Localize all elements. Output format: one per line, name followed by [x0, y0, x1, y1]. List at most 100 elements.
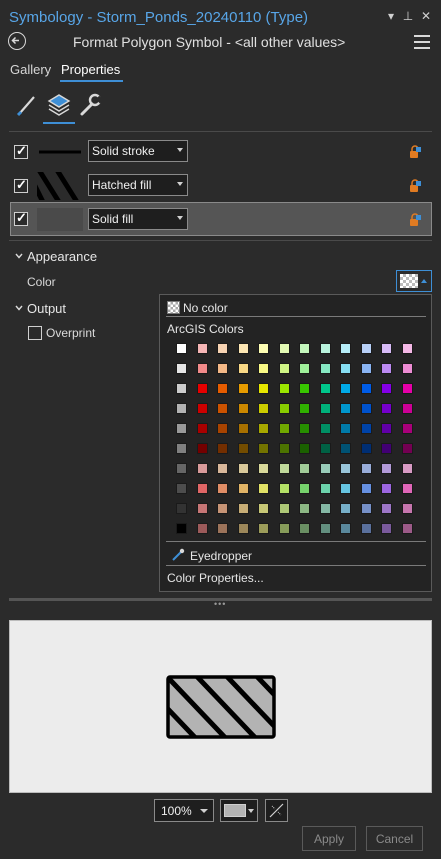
palette-color-swatch[interactable] [381, 503, 392, 514]
palette-color-swatch[interactable] [258, 443, 269, 454]
palette-color-swatch[interactable] [299, 383, 310, 394]
layer-row-solid-stroke[interactable]: Solid stroke [10, 136, 432, 168]
lock-icon[interactable] [408, 179, 422, 193]
palette-color-swatch[interactable] [381, 423, 392, 434]
hamburger-menu-icon[interactable] [414, 35, 430, 49]
palette-color-swatch[interactable] [258, 463, 269, 474]
palette-color-swatch[interactable] [319, 363, 331, 374]
palette-color-swatch[interactable] [278, 503, 290, 514]
layer-visible-checkbox[interactable] [14, 143, 28, 159]
pin-icon[interactable]: ⊥ [401, 9, 415, 23]
palette-color-swatch[interactable] [340, 503, 351, 514]
palette-color-swatch[interactable] [196, 483, 208, 494]
palette-color-swatch[interactable] [176, 403, 187, 414]
palette-color-swatch[interactable] [319, 483, 331, 494]
palette-color-swatch[interactable] [299, 463, 310, 474]
palette-color-swatch[interactable] [360, 403, 372, 414]
layer-row-solid-fill[interactable]: Solid fill [10, 202, 432, 236]
palette-color-swatch[interactable] [401, 383, 413, 394]
palette-color-swatch[interactable] [217, 483, 228, 494]
palette-color-swatch[interactable] [360, 483, 372, 494]
close-icon[interactable]: ✕ [419, 9, 433, 23]
palette-color-swatch[interactable] [237, 403, 249, 414]
palette-color-swatch[interactable] [401, 403, 413, 414]
palette-color-swatch[interactable] [237, 343, 249, 354]
palette-color-swatch[interactable] [401, 523, 413, 534]
palette-color-swatch[interactable] [176, 363, 187, 374]
cancel-button[interactable]: Cancel [366, 826, 423, 851]
palette-color-swatch[interactable] [217, 403, 228, 414]
palette-color-swatch[interactable] [360, 423, 372, 434]
chevron-down-icon[interactable] [15, 304, 23, 312]
appearance-section-title[interactable]: Appearance [27, 249, 97, 264]
output-section-title[interactable]: Output [27, 301, 66, 316]
palette-color-swatch[interactable] [319, 463, 331, 474]
palette-color-swatch[interactable] [360, 463, 372, 474]
tab-properties[interactable]: Properties [61, 62, 120, 77]
palette-color-swatch[interactable] [360, 523, 372, 534]
palette-color-swatch[interactable] [319, 503, 331, 514]
chevron-down-icon[interactable] [15, 252, 23, 260]
back-button[interactable] [8, 32, 26, 50]
palette-color-swatch[interactable] [237, 503, 249, 514]
palette-color-swatch[interactable] [381, 523, 392, 534]
palette-color-swatch[interactable] [319, 423, 331, 434]
no-color-swatch[interactable] [167, 301, 180, 314]
eyedropper-option[interactable]: Eyedropper [190, 549, 252, 563]
palette-color-swatch[interactable] [278, 483, 290, 494]
layer-row-hatched-fill[interactable]: Hatched fill [10, 170, 432, 202]
tab-gallery[interactable]: Gallery [10, 62, 51, 77]
palette-color-swatch[interactable] [299, 403, 310, 414]
palette-color-swatch[interactable] [258, 363, 269, 374]
palette-color-swatch[interactable] [299, 483, 310, 494]
palette-color-swatch[interactable] [340, 443, 351, 454]
palette-color-swatch[interactable] [381, 363, 392, 374]
palette-color-swatch[interactable] [319, 523, 331, 534]
palette-color-swatch[interactable] [176, 523, 187, 534]
palette-color-swatch[interactable] [401, 443, 413, 454]
palette-color-swatch[interactable] [381, 383, 392, 394]
palette-color-swatch[interactable] [196, 363, 208, 374]
palette-color-swatch[interactable] [217, 523, 228, 534]
palette-color-swatch[interactable] [299, 443, 310, 454]
palette-color-swatch[interactable] [381, 403, 392, 414]
lock-icon[interactable] [408, 213, 422, 227]
palette-color-swatch[interactable] [237, 523, 249, 534]
color-picker-button[interactable] [396, 270, 432, 292]
palette-color-swatch[interactable] [340, 343, 351, 354]
palette-color-swatch[interactable] [237, 443, 249, 454]
preview-background-toggle[interactable] [265, 799, 288, 822]
palette-color-swatch[interactable] [217, 383, 228, 394]
palette-color-swatch[interactable] [401, 483, 413, 494]
palette-color-swatch[interactable] [401, 463, 413, 474]
palette-color-swatch[interactable] [278, 463, 290, 474]
layer-visible-checkbox[interactable] [14, 177, 28, 193]
palette-color-swatch[interactable] [237, 423, 249, 434]
palette-color-swatch[interactable] [340, 403, 351, 414]
palette-color-swatch[interactable] [381, 483, 392, 494]
palette-color-swatch[interactable] [278, 443, 290, 454]
preview-background-color-button[interactable] [220, 799, 258, 822]
palette-color-swatch[interactable] [258, 403, 269, 414]
palette-color-swatch[interactable] [299, 363, 310, 374]
palette-color-swatch[interactable] [196, 343, 208, 354]
palette-color-swatch[interactable] [381, 463, 392, 474]
palette-color-swatch[interactable] [319, 443, 331, 454]
palette-color-swatch[interactable] [258, 383, 269, 394]
palette-color-swatch[interactable] [401, 363, 413, 374]
palette-color-swatch[interactable] [340, 483, 351, 494]
palette-color-swatch[interactable] [217, 363, 228, 374]
zoom-dropdown[interactable]: 100% [154, 799, 214, 822]
palette-color-swatch[interactable] [299, 523, 310, 534]
palette-color-swatch[interactable] [258, 343, 269, 354]
palette-color-swatch[interactable] [258, 523, 269, 534]
palette-color-swatch[interactable] [381, 443, 392, 454]
palette-color-swatch[interactable] [340, 363, 351, 374]
lock-icon[interactable] [408, 145, 422, 159]
palette-color-swatch[interactable] [176, 423, 187, 434]
layer-visible-checkbox[interactable] [14, 210, 28, 226]
palette-color-swatch[interactable] [340, 383, 351, 394]
layers-tab[interactable] [44, 91, 74, 119]
palette-color-swatch[interactable] [278, 363, 290, 374]
palette-color-swatch[interactable] [217, 443, 228, 454]
